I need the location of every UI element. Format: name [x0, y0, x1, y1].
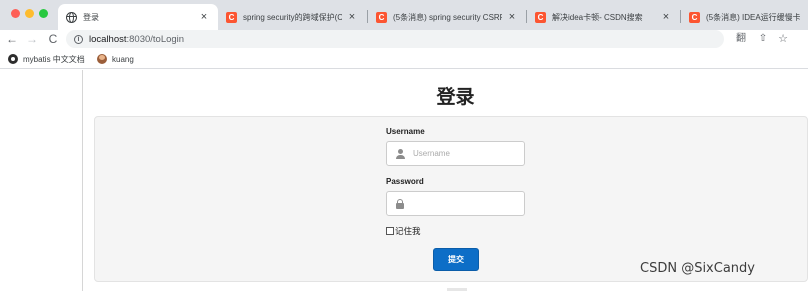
tab-close-icon[interactable]: × [198, 11, 210, 23]
password-label: Password [386, 177, 424, 186]
translate-icon[interactable]: 翻 [734, 32, 748, 46]
csdn-icon: C [535, 11, 546, 23]
page-title: 登录 [436, 86, 475, 108]
tab-csdn-messages[interactable]: C (5条消息) spring security CSRF × [368, 4, 526, 30]
tab-close-icon[interactable]: × [346, 11, 358, 23]
url-path: :8030/toLogin [126, 33, 185, 45]
tab-spring-security-csrf[interactable]: C spring security的跨域保护(CSRF × [218, 4, 366, 30]
watermark: CSDN @SixCandy [640, 261, 755, 276]
username-input[interactable]: Username [386, 141, 525, 166]
reload-icon[interactable]: C [45, 31, 61, 47]
bookmark-mybatis[interactable]: mybatis 中文文档 [8, 52, 85, 66]
bookmarks-bar: mybatis 中文文档 kuang [0, 49, 808, 69]
bookmark-kuang[interactable]: kuang [97, 52, 134, 66]
remember-me[interactable]: 记住我 [386, 225, 421, 237]
info-icon[interactable]: i [74, 34, 83, 44]
tab-title: (5条消息) IDEA运行缓慢卡 [706, 12, 800, 22]
tab-login[interactable]: 登录 × [58, 4, 218, 30]
close-window-button[interactable] [11, 9, 20, 18]
address-bar[interactable]: i localhost:8030/toLogin [66, 30, 724, 48]
submit-button[interactable]: 提交 [433, 248, 479, 271]
bookmark-icon [8, 54, 18, 64]
csdn-icon: C [376, 11, 387, 23]
tab-title: (5条消息) spring security CSRF [393, 12, 502, 22]
lock-icon [395, 198, 405, 209]
maximize-window-button[interactable] [39, 9, 48, 18]
tab-title: spring security的跨域保护(CSRF [243, 12, 342, 22]
remember-me-label: 记住我 [395, 226, 421, 236]
csdn-icon: C [689, 11, 700, 23]
tab-idea-slow[interactable]: C (5条消息) IDEA运行缓慢卡 [681, 4, 808, 30]
url-host: localhost [89, 33, 127, 45]
user-icon [395, 148, 405, 159]
forward-icon[interactable]: → [24, 31, 40, 47]
password-input[interactable] [386, 191, 525, 216]
tab-csdn-search[interactable]: C 解决idea卡顿- CSDN搜索 × [527, 4, 680, 30]
share-icon[interactable]: ⇧ [756, 32, 770, 46]
tab-title: 解决idea卡顿- CSDN搜索 [552, 12, 643, 22]
star-icon[interactable]: ☆ [776, 32, 790, 46]
back-icon[interactable]: ← [4, 31, 20, 47]
tab-close-icon[interactable]: × [506, 11, 518, 23]
tab-close-icon[interactable]: × [660, 11, 672, 23]
remember-me-checkbox[interactable] [386, 227, 394, 235]
bookmark-label: mybatis 中文文档 [23, 54, 85, 64]
csdn-icon: C [226, 11, 237, 23]
tab-strip: 登录 × C spring security的跨域保护(CSRF × C (5条… [0, 0, 808, 30]
globe-icon [66, 11, 77, 23]
username-placeholder: Username [413, 149, 450, 158]
browser-toolbar: ← → C i localhost:8030/toLogin 翻 ⇧ ☆ [0, 30, 808, 49]
username-label: Username [386, 127, 425, 136]
tab-title: 登录 [83, 12, 99, 22]
minimize-window-button[interactable] [25, 9, 34, 18]
avatar-icon [97, 54, 107, 64]
bookmark-label: kuang [112, 54, 134, 64]
